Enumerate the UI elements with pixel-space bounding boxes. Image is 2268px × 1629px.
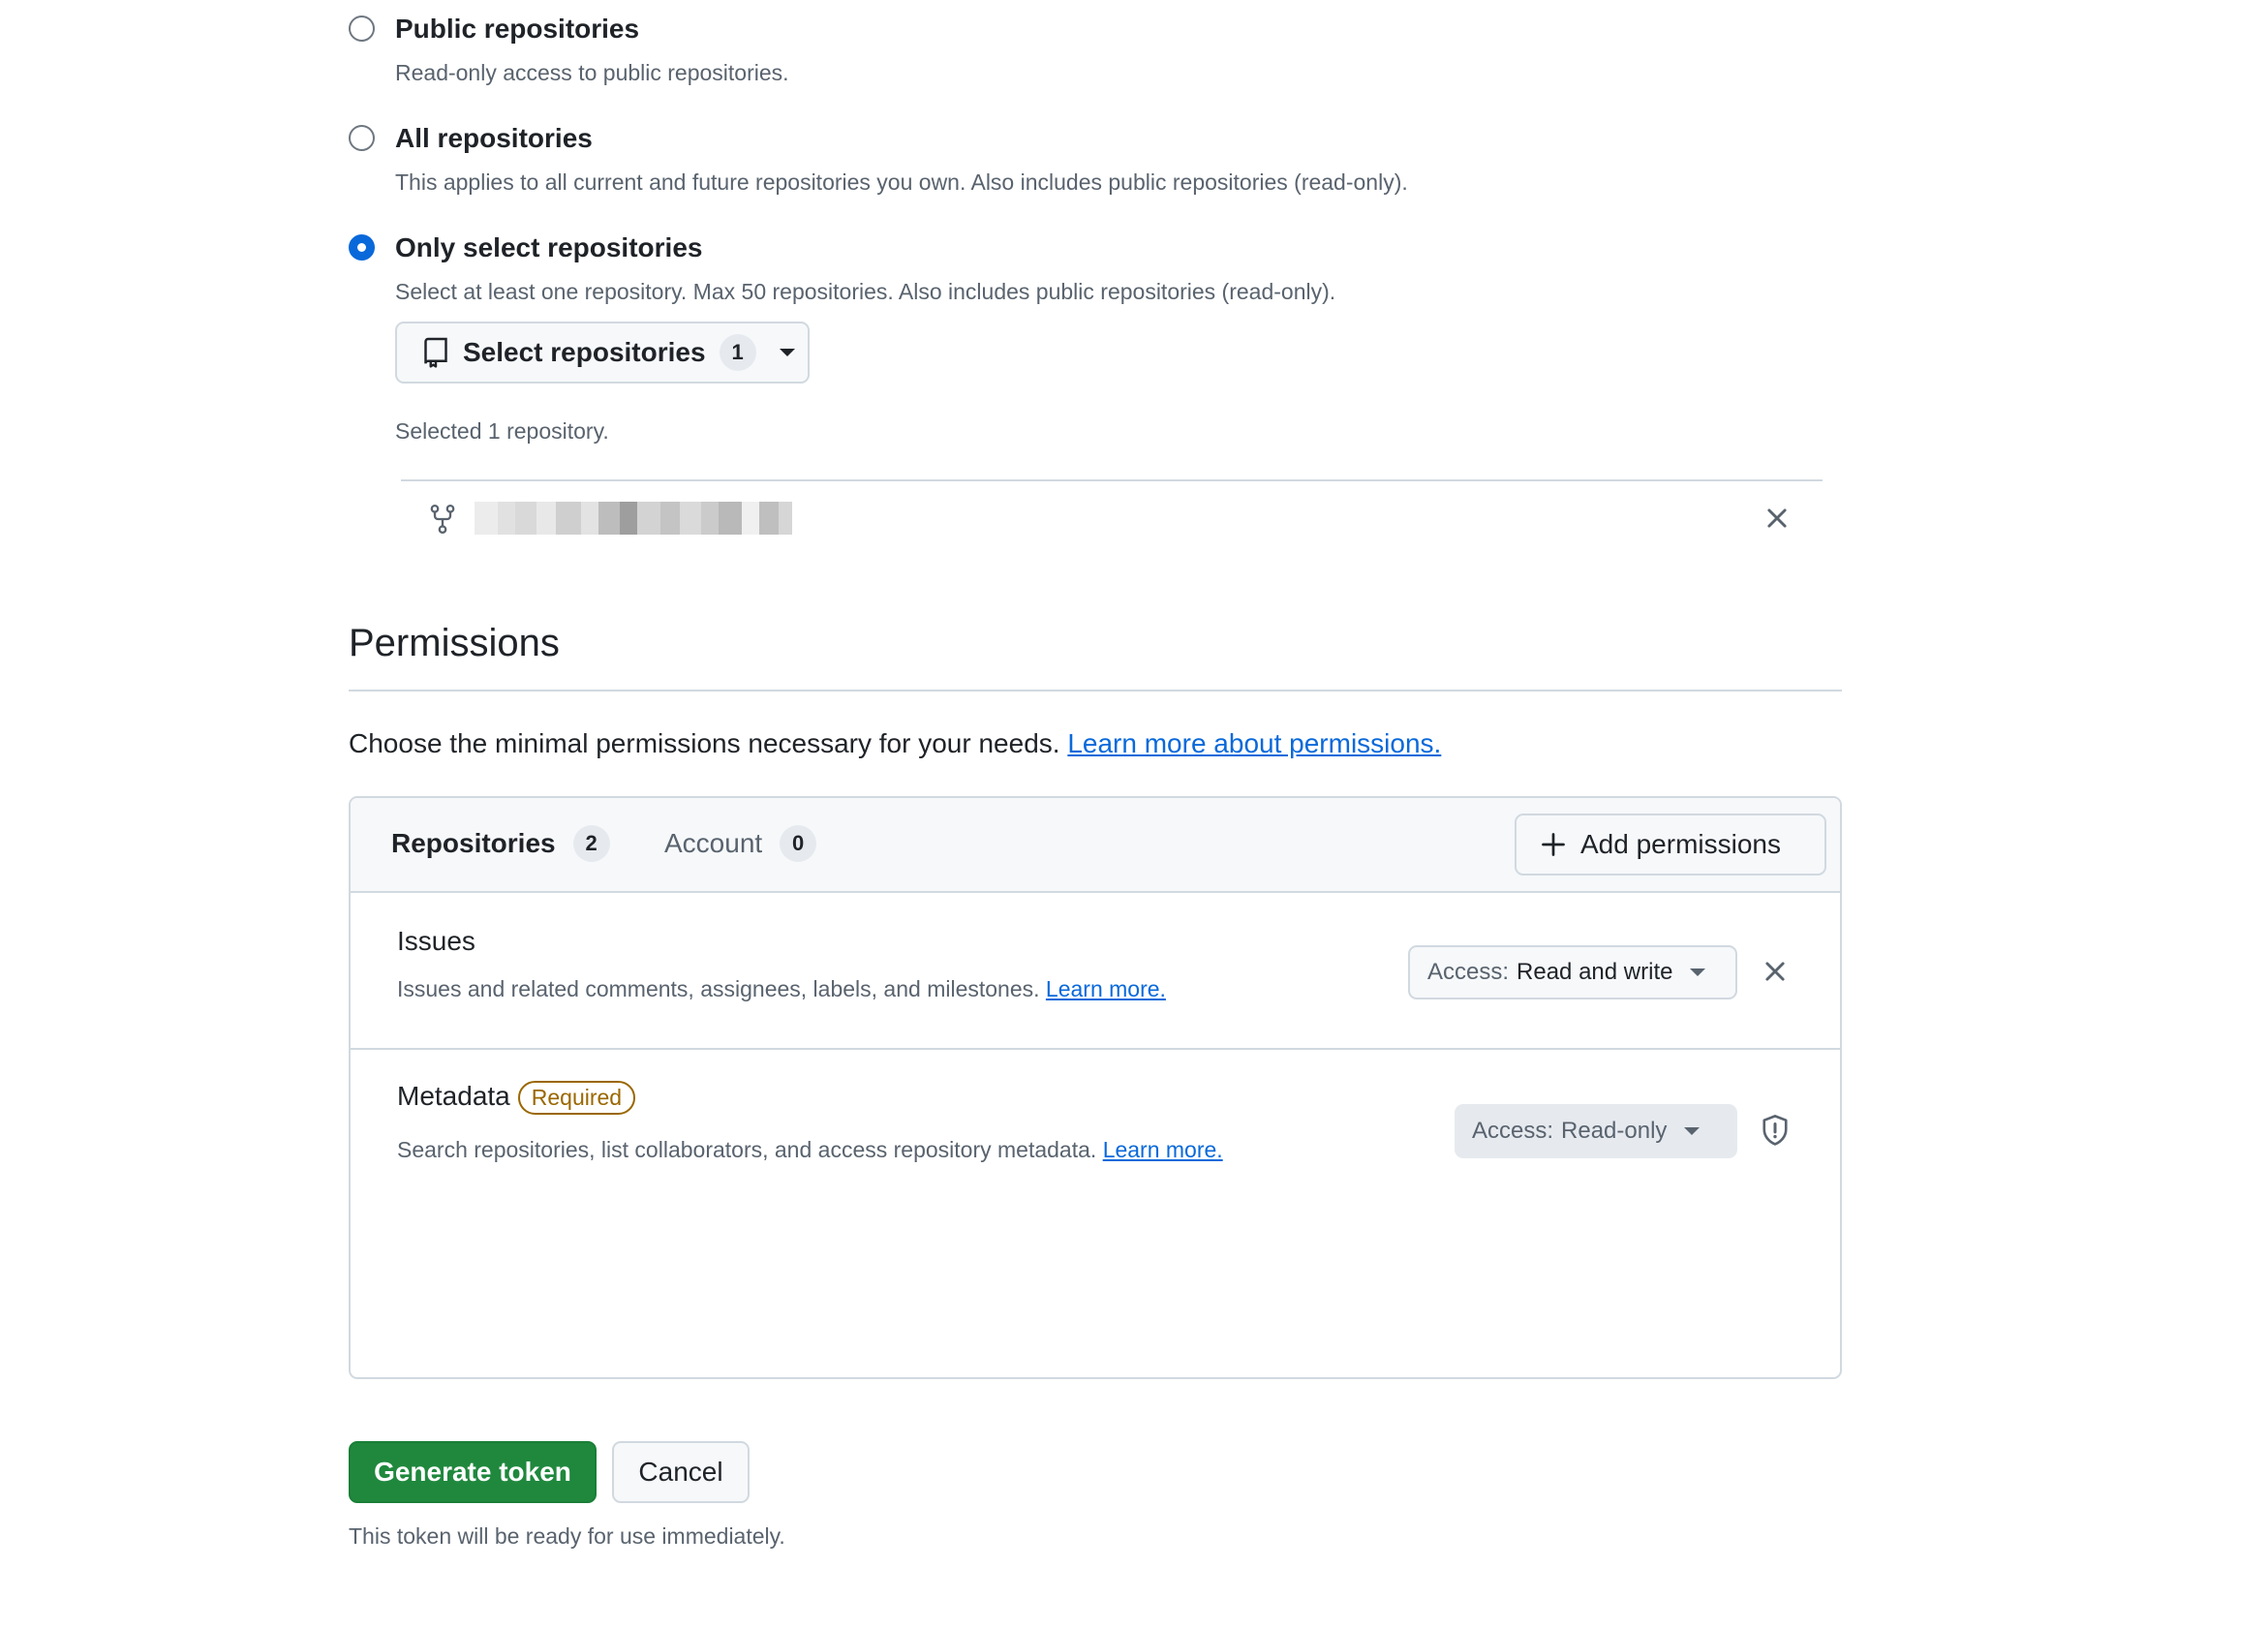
select-repositories-label: Select repositories: [463, 337, 706, 367]
option-title-all: All repositories: [395, 123, 593, 153]
token-ready-note: This token will be ready for use immedia…: [349, 1523, 785, 1549]
chevron-down-icon: [1690, 968, 1706, 976]
option-desc-all: This applies to all current and future r…: [395, 169, 1408, 195]
shield-icon: [1761, 1114, 1790, 1152]
option-title-select: Only select repositories: [395, 232, 703, 262]
learn-more-metadata-link[interactable]: Learn more.: [1103, 1137, 1223, 1162]
fork-icon: [428, 504, 457, 539]
permission-row-issues: Issues Issues and related comments, assi…: [351, 891, 1840, 1050]
radio-select[interactable]: [349, 234, 375, 261]
remove-issues-close-icon[interactable]: [1762, 959, 1788, 989]
tab-repositories[interactable]: Repositories 2: [391, 825, 610, 862]
tab-account-count: 0: [780, 825, 817, 862]
plus-icon: [1542, 833, 1565, 856]
tab-account[interactable]: Account 0: [664, 825, 817, 862]
repo-icon: [422, 337, 449, 368]
permissions-heading-divider: [349, 690, 1842, 692]
access-value-metadata: Read-only: [1561, 1118, 1668, 1144]
permissions-card: Repositories 2 Account 0 Add permissions…: [349, 796, 1842, 1379]
radio-all[interactable]: [349, 125, 375, 151]
generate-token-button[interactable]: Generate token: [349, 1441, 597, 1503]
selected-summary: Selected 1 repository.: [395, 418, 609, 444]
permission-row-metadata: Metadata Required Search repositories, li…: [351, 1050, 1840, 1205]
permission-desc-metadata: Search repositories, list collaborators,…: [397, 1137, 1223, 1163]
redacted-repo-name: [475, 502, 792, 535]
selected-list-divider: [401, 479, 1823, 481]
option-desc-public: Read-only access to public repositories.: [395, 60, 789, 85]
permissions-card-header: Repositories 2 Account 0 Add permissions: [351, 798, 1840, 893]
permission-name-issues: Issues: [397, 926, 475, 956]
permissions-intro-text: Choose the minimal permissions necessary…: [349, 728, 1060, 758]
permission-desc-issues-text: Issues and related comments, assignees, …: [397, 976, 1040, 1001]
tab-account-label: Account: [664, 828, 763, 858]
access-prefix-metadata: Access:: [1472, 1118, 1554, 1144]
cancel-button[interactable]: Cancel: [612, 1441, 750, 1503]
chevron-down-icon: [779, 349, 795, 356]
chevron-down-icon: [1684, 1127, 1701, 1135]
required-badge: Required: [517, 1081, 636, 1116]
tab-repositories-count: 2: [572, 825, 610, 862]
access-select-metadata: Access: Read-only: [1455, 1104, 1737, 1158]
tab-repositories-label: Repositories: [391, 828, 556, 858]
add-permissions-button[interactable]: Add permissions: [1515, 814, 1826, 876]
permissions-intro: Choose the minimal permissions necessary…: [349, 728, 1441, 759]
radio-public[interactable]: [349, 15, 375, 42]
select-repositories-button[interactable]: Select repositories 1: [395, 322, 810, 384]
learn-more-issues-link[interactable]: Learn more.: [1046, 976, 1166, 1001]
remove-repo-close-icon[interactable]: [1764, 506, 1790, 536]
permission-desc-issues: Issues and related comments, assignees, …: [397, 976, 1166, 1002]
selected-repo-row: [401, 484, 1823, 552]
option-title-public: Public repositories: [395, 14, 640, 44]
select-repositories-count: 1: [719, 334, 756, 371]
option-desc-select: Select at least one repository. Max 50 r…: [395, 279, 1336, 304]
permission-name-metadata: Metadata Required: [397, 1081, 636, 1116]
permissions-heading: Permissions: [349, 622, 560, 664]
access-value-issues: Read and write: [1517, 959, 1673, 985]
access-select-issues[interactable]: Access: Read and write: [1408, 945, 1737, 999]
learn-more-permissions-link[interactable]: Learn more about permissions.: [1067, 728, 1441, 758]
permission-desc-metadata-text: Search repositories, list collaborators,…: [397, 1137, 1097, 1162]
access-prefix-issues: Access:: [1427, 959, 1510, 985]
add-permissions-label: Add permissions: [1580, 829, 1781, 859]
permission-name-metadata-text: Metadata: [397, 1081, 510, 1111]
